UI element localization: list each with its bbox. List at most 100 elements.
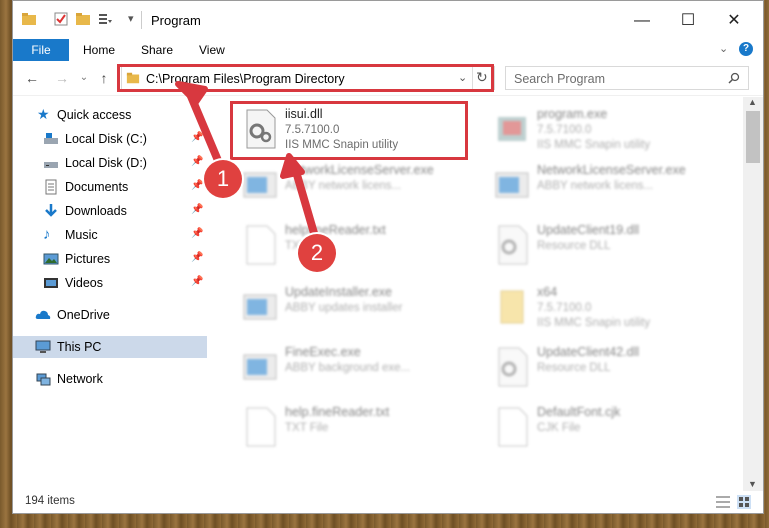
large-icons-view-icon[interactable] [737,495,751,509]
dll-file-icon [498,347,528,387]
exe-file-icon [495,172,529,198]
status-bar: 194 items [13,491,763,513]
file-item[interactable]: DefaultFont.cjk CJK File [487,401,727,453]
title-bar: ▾ Program — ☐ ✕ [13,1,763,39]
file-item[interactable]: FineExec.exe ABBY background exe... [235,341,475,393]
nav-quick-access[interactable]: ★ Quick access [13,104,207,126]
drive-icon [44,133,58,144]
nav-label: This PC [57,340,102,354]
folder-icon [22,13,36,25]
recent-locations-icon[interactable]: ⌄ [75,69,93,87]
nav-label: Music [65,228,98,242]
nav-label: Network [57,372,103,386]
nav-item-pictures[interactable]: Pictures 📌 [13,248,207,270]
cloud-icon [35,310,51,319]
file-description: Resource DLL [537,240,611,252]
tab-home[interactable]: Home [83,39,115,61]
file-item[interactable]: UpdateInstaller.exe ABBY updates install… [235,281,475,333]
file-description: TXT File [285,422,329,434]
details-view-icon[interactable] [715,495,731,509]
text-file-icon [246,225,276,265]
downloads-icon [45,204,57,217]
up-arrow-icon[interactable]: ↑ [95,69,113,87]
file-description: Resource DLL [537,362,611,374]
expand-ribbon-icon[interactable]: ⌄ [719,42,728,55]
file-item[interactable]: NetworkLicenseServer.exe ABBY network li… [235,159,475,211]
file-name: x64 [537,285,558,299]
file-item[interactable]: NetworkLicenseServer.exe ABBY network li… [487,159,727,211]
file-description: ABBY updates installer [285,302,403,314]
file-name: DefaultFont.cjk [537,405,621,419]
drive-icon [44,162,58,168]
step-badge-2: 2 [298,234,336,272]
vertical-scrollbar[interactable]: ▲ ▼ [743,97,763,492]
nav-item-videos[interactable]: Videos 📌 [13,272,207,294]
tab-share[interactable]: Share [141,39,173,61]
network-icon [36,373,51,386]
file-item[interactable]: helpfineReader.txt TXT File [235,219,475,271]
exe-file-icon [243,172,277,198]
file-name: program.exe [537,107,608,121]
documents-icon [45,179,57,195]
forward-arrow-icon[interactable]: → [53,69,71,87]
tab-view[interactable]: View [199,39,225,61]
pin-icon[interactable]: 📌 [191,204,203,215]
file-description: IIS MMC Snapin utility [537,139,651,151]
nav-this-pc[interactable]: This PC [13,336,207,358]
pin-icon[interactable]: 📌 [191,276,203,287]
scroll-up-icon[interactable]: ▲ [748,97,757,107]
help-icon[interactable]: ? [739,42,753,56]
file-name: NetworkLicenseServer.exe [285,163,434,177]
pin-icon[interactable]: 📌 [191,228,203,239]
step-badge-1: 1 [204,160,242,198]
file-item[interactable]: help.fineReader.txt TXT File [235,401,475,453]
maximize-button[interactable]: ☐ [665,7,711,35]
minimize-button[interactable]: — [619,7,665,35]
music-icon: ♪ [43,226,51,243]
nav-label: Videos [65,276,103,290]
nav-label: Documents [65,180,129,194]
file-version: 7.5.7100.0 [537,124,592,136]
close-button[interactable]: ✕ [711,7,757,35]
file-version: 7.5.7100.0 [537,302,592,314]
file-highlight [230,101,468,160]
nav-item-local-disk-c[interactable]: Local Disk (C:) 📌 [13,128,207,150]
file-description: ABBY background exe... [285,362,411,374]
nav-onedrive[interactable]: OneDrive [13,304,207,326]
nav-network[interactable]: Network [13,368,207,390]
pin-icon[interactable]: 📌 [191,252,203,263]
pin-icon[interactable]: 📌 [191,132,203,143]
new-folder-icon[interactable] [75,11,91,27]
file-name: help.fineReader.txt [285,405,390,419]
computer-icon [35,340,51,353]
file-item[interactable]: x64 7.5.7100.0 IIS MMC Snapin utility [487,281,727,333]
scrollbar-thumb[interactable] [746,111,760,163]
toolbar-dropdown-icon[interactable]: ▾ [128,12,134,25]
scroll-down-icon[interactable]: ▼ [748,479,757,489]
file-item[interactable]: program.exe 7.5.7100.0 IIS MMC Snapin ut… [487,103,727,155]
nav-label: Downloads [65,204,127,218]
nav-label: Local Disk (D:) [65,156,147,170]
nav-item-documents[interactable]: Documents 📌 [13,176,207,198]
nav-item-music[interactable]: ♪ Music 📌 [13,224,207,246]
file-name: UpdateInstaller.exe [285,285,393,299]
file-item[interactable]: UpdateClient19.dll Resource DLL [487,219,727,271]
pictures-icon [43,253,59,265]
file-item[interactable]: UpdateClient42.dll Resource DLL [487,341,727,393]
search-icon [728,72,740,84]
properties-icon[interactable] [53,11,69,27]
customize-toolbar-icon[interactable] [97,11,113,27]
file-tab[interactable]: File [13,39,69,61]
back-arrow-icon[interactable]: ← [23,69,41,87]
exe-file-icon [243,354,277,380]
nav-label: Pictures [65,252,111,266]
file-description: ABBY network licens... [537,180,654,192]
search-input[interactable]: Search Program [505,66,749,90]
pin-icon[interactable]: 📌 [191,180,203,191]
window-title: Program [151,13,201,28]
ribbon: File Home Share View ⌄ ? [13,39,763,61]
pin-icon[interactable]: 📌 [191,156,203,167]
nav-item-downloads[interactable]: Downloads 📌 [13,200,207,222]
nav-item-local-disk-d[interactable]: Local Disk (D:) 📌 [13,152,207,174]
videos-icon [44,278,58,288]
